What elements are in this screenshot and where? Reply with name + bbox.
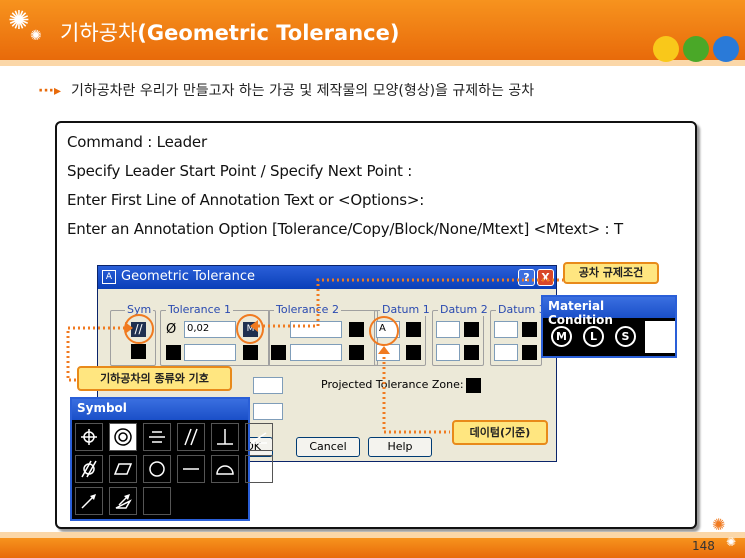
circularity-icon[interactable] bbox=[143, 455, 171, 483]
symbol-grid bbox=[75, 423, 273, 515]
tolerance-condition-connector bbox=[258, 278, 563, 328]
empty-condition-cell[interactable] bbox=[645, 321, 675, 353]
datum-callout: 데이텀(기준) bbox=[452, 420, 548, 445]
tolerance-condition-callout: 공차 규제조건 bbox=[563, 262, 659, 284]
parallelism-icon[interactable] bbox=[177, 423, 205, 451]
arrowhead bbox=[125, 322, 133, 334]
profile-of-surface-icon[interactable] bbox=[211, 455, 239, 483]
symbol-panel-title: Symbol bbox=[72, 399, 248, 420]
mmc-icon[interactable]: M bbox=[551, 326, 572, 347]
angularity-icon[interactable] bbox=[245, 423, 273, 451]
slide-footer bbox=[0, 538, 745, 558]
material-condition-title: Material Condition bbox=[543, 297, 675, 327]
material-condition-panel: Material Condition M L S bbox=[541, 295, 677, 358]
type-symbol-callout: 기하공차의 종류와 기호 bbox=[77, 366, 232, 391]
circular-runout-icon[interactable] bbox=[75, 487, 103, 515]
profile-of-line-icon[interactable] bbox=[245, 455, 273, 483]
sparkle-icon: ✺ bbox=[726, 535, 737, 549]
total-runout-icon[interactable] bbox=[109, 487, 137, 515]
symbol-panel: Symbol bbox=[70, 397, 273, 521]
perpendicularity-icon[interactable] bbox=[211, 423, 239, 451]
empty-symbol-cell[interactable] bbox=[143, 487, 171, 515]
symmetry-icon[interactable] bbox=[143, 423, 171, 451]
lmc-icon[interactable]: L bbox=[583, 326, 604, 347]
straightness-icon[interactable] bbox=[177, 455, 205, 483]
flatness-icon[interactable] bbox=[109, 455, 137, 483]
sparkle-icon: ✺ bbox=[712, 515, 726, 534]
rfs-icon[interactable]: S bbox=[615, 326, 636, 347]
page-number: 148 bbox=[692, 539, 715, 553]
arrowhead bbox=[250, 320, 258, 332]
datum-connector bbox=[382, 352, 450, 434]
arrowhead bbox=[378, 346, 390, 354]
position-icon[interactable] bbox=[75, 423, 103, 451]
concentricity-icon[interactable] bbox=[109, 423, 137, 451]
cylindricity-icon[interactable] bbox=[75, 455, 103, 483]
